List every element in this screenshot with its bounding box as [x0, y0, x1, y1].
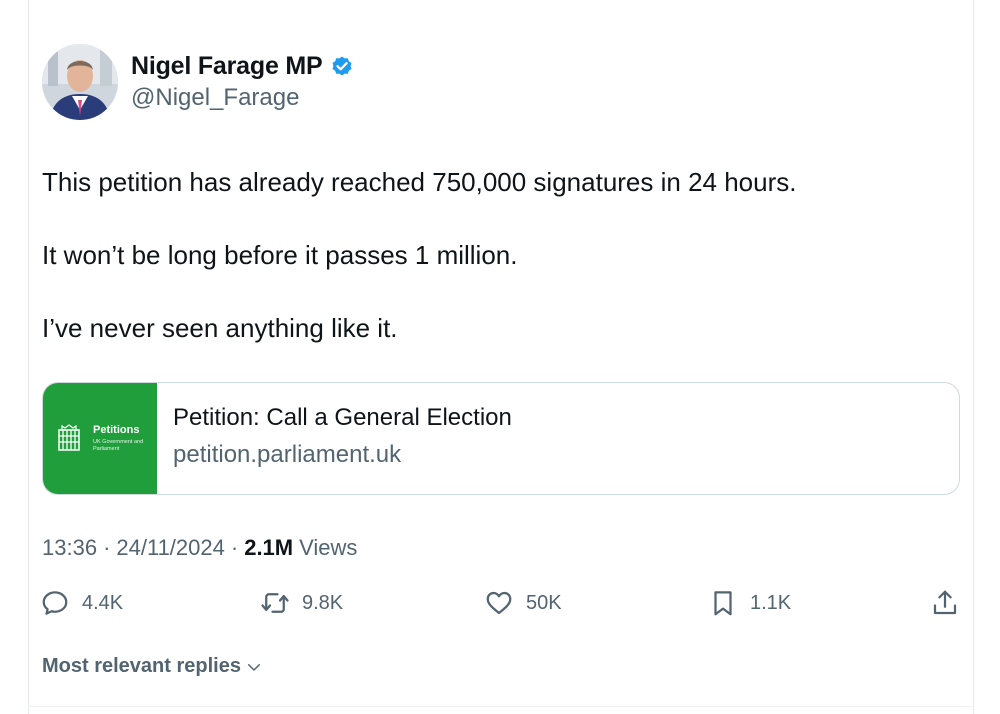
views-count: 2.1M — [244, 535, 294, 560]
like-count: 50K — [526, 591, 562, 614]
chevron-down-icon — [247, 663, 260, 671]
thumb-title: Petitions — [93, 424, 140, 436]
meta-separator: · — [103, 535, 111, 560]
share-icon — [933, 590, 957, 615]
post-text-line-1: This petition has already reached 750,00… — [42, 167, 797, 197]
verified-badge-icon[interactable] — [330, 55, 354, 79]
post-time[interactable]: 13:36 — [42, 535, 97, 561]
post-meta: 13:36 · 24/11/2024 · 2.1M Views — [42, 535, 357, 561]
bookmark-icon — [714, 591, 732, 616]
link-card-title: Petition: Call a General Election — [173, 404, 512, 431]
reply-count: 4.4K — [82, 591, 124, 614]
like-button[interactable]: 50K — [484, 588, 562, 618]
replies-sort-dropdown[interactable]: Most relevant replies — [42, 655, 263, 678]
avatar-image — [42, 44, 118, 120]
reply-icon — [42, 591, 68, 615]
share-button[interactable] — [930, 588, 972, 618]
bookmark-count: 1.1K — [750, 591, 792, 614]
repost-icon — [261, 593, 289, 613]
like-icon — [486, 591, 512, 615]
avatar[interactable] — [42, 44, 118, 120]
author-name-row: Nigel Farage MP — [131, 52, 354, 81]
link-preview-card[interactable]: Petitions UK Government and Parliament P… — [42, 382, 960, 495]
repost-button[interactable]: 9.8K — [260, 588, 343, 618]
post-text-line-2: It won’t be long before it passes 1 mill… — [42, 240, 518, 270]
divider — [28, 706, 974, 707]
bookmark-button[interactable]: 1.1K — [708, 588, 791, 618]
post-date[interactable]: 24/11/2024 — [116, 535, 224, 561]
author-display-name[interactable]: Nigel Farage MP — [131, 52, 323, 81]
link-card-thumbnail: Petitions UK Government and Parliament — [43, 383, 157, 494]
thumb-subtitle: UK Government and Parliament — [93, 439, 144, 452]
link-card-domain: petition.parliament.uk — [173, 441, 402, 468]
portcullis-icon — [58, 424, 80, 451]
post-text-line-3: I’ve never seen anything like it. — [42, 313, 398, 343]
repost-count: 9.8K — [302, 591, 344, 614]
views-label: Views — [299, 535, 358, 560]
reply-button[interactable]: 4.4K — [40, 588, 123, 618]
author-handle[interactable]: @Nigel_Farage — [131, 84, 299, 112]
replies-sort-label: Most relevant replies — [42, 655, 241, 677]
meta-separator: · — [230, 535, 239, 560]
